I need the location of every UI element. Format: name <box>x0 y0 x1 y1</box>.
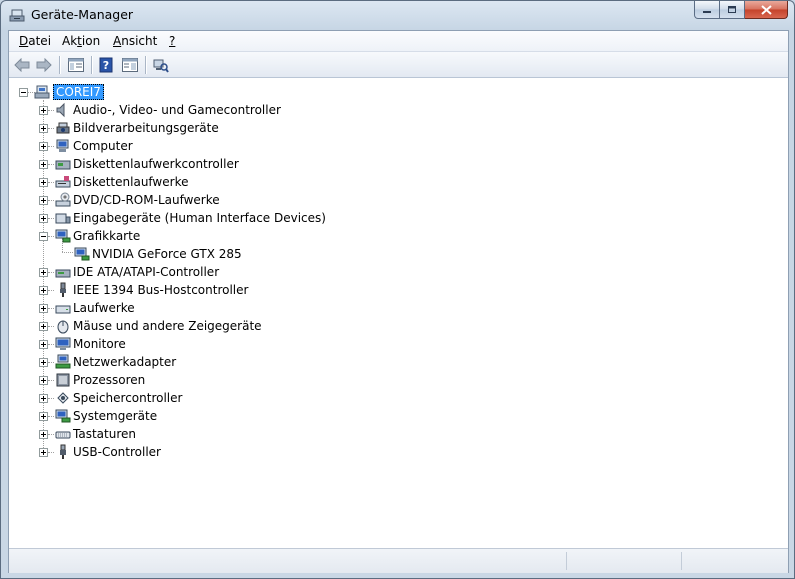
expand-toggle-eingabegeräte-human-interface-devices[interactable] <box>39 214 48 223</box>
tree-item-mäuse-und-andere-zeigegeräte[interactable]: Mäuse und andere Zeigegeräte <box>73 319 262 333</box>
expand-toggle-bildverarbeitungsgeräte[interactable] <box>39 124 48 133</box>
expand-toggle-systemgeräte[interactable] <box>39 412 48 421</box>
tree-item-nvidia-geforce-gtx-285[interactable]: NVIDIA GeForce GTX 285 <box>92 247 242 261</box>
firewire-icon <box>60 282 66 297</box>
tree-item-speichercontroller[interactable]: Speichercontroller <box>73 391 182 405</box>
properties-button[interactable] <box>121 56 139 73</box>
minimize-icon <box>703 10 711 13</box>
tree-item-laufwerke[interactable]: Laufwerke <box>73 301 135 315</box>
tree-root-label[interactable]: COREI7 <box>53 84 104 100</box>
disk-drive-icon <box>55 305 71 314</box>
menu-ansicht[interactable]: Ansicht <box>113 34 157 48</box>
system-device-icon <box>55 409 71 423</box>
device-manager-window: Geräte-Manager Datei Aktion Ansicht ? ? … <box>0 0 795 579</box>
speaker-icon <box>56 102 65 118</box>
maximize-icon <box>728 6 736 13</box>
expand-toggle-prozessoren[interactable] <box>39 376 48 385</box>
expand-toggle-mäuse-und-andere-zeigegeräte[interactable] <box>39 322 48 331</box>
console-tree-icon <box>68 57 84 72</box>
close-button[interactable] <box>745 1 788 19</box>
back-button[interactable] <box>13 56 31 73</box>
expand-toggle-usb-controller[interactable] <box>39 448 48 457</box>
status-panel-2 <box>681 552 682 570</box>
tree-item-bildverarbeitungsgeräte[interactable]: Bildverarbeitungsgeräte <box>73 121 219 135</box>
display-adapter-icon <box>74 247 90 261</box>
expand-toggle-dvd-cd-rom-laufwerke[interactable] <box>39 196 48 205</box>
expand-toggle-speichercontroller[interactable] <box>39 394 48 403</box>
menu-help[interactable]: ? <box>169 34 175 48</box>
show-hide-console-tree-button[interactable] <box>67 56 85 73</box>
properties-icon <box>122 57 138 72</box>
status-panel-1 <box>566 552 567 570</box>
help-button[interactable]: ? <box>97 56 115 73</box>
tree-item-systemgeräte[interactable]: Systemgeräte <box>73 409 157 423</box>
expand-toggle-grafikkarte[interactable] <box>39 232 48 241</box>
back-arrow-icon <box>14 57 30 72</box>
expand-toggle-audio-video-und-gamecontroller[interactable] <box>39 106 48 115</box>
tree-item-monitore[interactable]: Monitore <box>73 337 126 351</box>
usb-icon <box>60 444 66 459</box>
device-manager-icon <box>9 9 25 22</box>
scan-hardware-icon <box>153 59 169 73</box>
tree-item-ieee-1394-bus-hostcontroller[interactable]: IEEE 1394 Bus-Hostcontroller <box>73 283 248 297</box>
monitor-icon <box>55 337 71 350</box>
storage-controller-icon <box>57 392 69 404</box>
keyboard-icon <box>55 431 71 439</box>
expand-toggle-ide-ata-atapi-controller[interactable] <box>39 268 48 277</box>
svg-text:?: ? <box>103 59 109 72</box>
scan-hardware-button[interactable] <box>152 56 170 73</box>
window-title: Geräte-Manager <box>31 7 134 22</box>
expand-toggle-diskettenlaufwerkcontroller[interactable] <box>39 160 48 169</box>
tree-item-diskettenlaufwerke[interactable]: Diskettenlaufwerke <box>73 175 188 189</box>
processor-icon <box>56 373 70 387</box>
tree-item-prozessoren[interactable]: Prozessoren <box>73 373 145 387</box>
device-tree[interactable]: COREI7 Audio-, Video- und Gamecontroller… <box>9 78 788 548</box>
toolbar: ? <box>9 52 788 78</box>
forward-arrow-icon <box>36 57 52 72</box>
title-bar[interactable]: Geräte-Manager <box>1 1 794 29</box>
network-adapter-icon <box>55 354 71 369</box>
close-icon <box>760 4 772 15</box>
tree-item-diskettenlaufwerkcontroller[interactable]: Diskettenlaufwerkcontroller <box>73 157 239 171</box>
minimize-button[interactable] <box>694 1 720 19</box>
floppy-drive-icon <box>55 176 71 188</box>
computer-root-icon <box>34 85 50 99</box>
dvd-drive-icon <box>55 192 71 207</box>
tree-item-audio-video-und-gamecontroller[interactable]: Audio-, Video- und Gamecontroller <box>73 103 281 117</box>
menu-bar: Datei Aktion Ansicht ? <box>9 31 788 52</box>
help-book-icon: ? <box>99 57 113 72</box>
ide-controller-icon <box>55 269 71 278</box>
expand-toggle-diskettenlaufwerke[interactable] <box>39 178 48 187</box>
menu-aktion[interactable]: Aktion <box>62 34 100 48</box>
menu-datei[interactable]: Datei <box>19 34 51 48</box>
computer-icon <box>56 139 69 152</box>
tree-item-grafikkarte[interactable]: Grafikkarte <box>73 229 140 243</box>
hid-device-icon <box>55 213 71 224</box>
forward-button[interactable] <box>35 56 53 73</box>
client-area: Datei Aktion Ansicht ? ? COREI7 Audio-, … <box>8 30 789 573</box>
tree-item-ide-ata-atapi-controller[interactable]: IDE ATA/ATAPI-Controller <box>73 265 219 279</box>
tree-item-eingabegeräte-human-interface-devices[interactable]: Eingabegeräte (Human Interface Devices) <box>73 211 326 225</box>
root-collapse-toggle[interactable] <box>19 88 28 97</box>
expand-toggle-laufwerke[interactable] <box>39 304 48 313</box>
maximize-button[interactable] <box>720 1 745 19</box>
scanner-camera-icon <box>56 122 70 134</box>
floppy-controller-icon <box>55 160 71 170</box>
expand-toggle-computer[interactable] <box>39 142 48 151</box>
expand-toggle-ieee-1394-bus-hostcontroller[interactable] <box>39 286 48 295</box>
status-bar <box>9 548 788 573</box>
tree-item-tastaturen[interactable]: Tastaturen <box>73 427 136 441</box>
display-adapter-icon <box>55 229 71 243</box>
expand-toggle-netzwerkadapter[interactable] <box>39 358 48 367</box>
mouse-icon <box>57 320 69 334</box>
tree-item-usb-controller[interactable]: USB-Controller <box>73 445 161 459</box>
tree-item-computer[interactable]: Computer <box>73 139 133 153</box>
tree-item-netzwerkadapter[interactable]: Netzwerkadapter <box>73 355 176 369</box>
expand-toggle-monitore[interactable] <box>39 340 48 349</box>
tree-item-dvd-cd-rom-laufwerke[interactable]: DVD/CD-ROM-Laufwerke <box>73 193 220 207</box>
expand-toggle-tastaturen[interactable] <box>39 430 48 439</box>
